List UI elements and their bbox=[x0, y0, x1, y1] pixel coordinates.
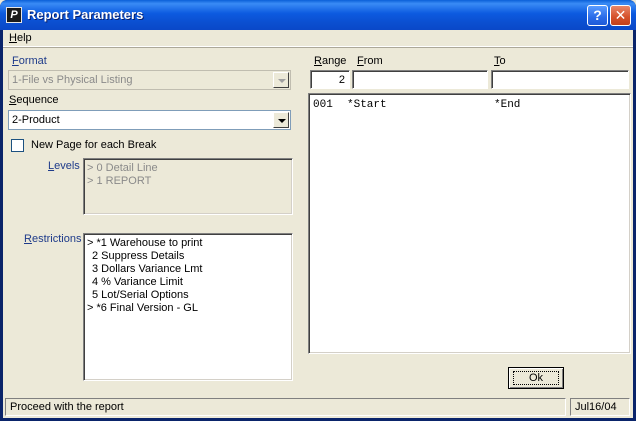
ok-label: Ok bbox=[528, 372, 544, 384]
range-value: 2 bbox=[338, 74, 345, 86]
list-item: > 1 REPORT bbox=[87, 175, 152, 187]
range-row-to[interactable]: *End bbox=[494, 99, 520, 111]
menu-help[interactable]: Help bbox=[9, 32, 32, 44]
new-page-checkbox[interactable] bbox=[11, 139, 24, 152]
list-item[interactable]: > *6 Final Version - GL bbox=[87, 302, 198, 314]
app-icon: P bbox=[6, 7, 22, 23]
sequence-combo[interactable]: 2-Product bbox=[8, 110, 291, 130]
sequence-value: 2-Product bbox=[12, 114, 60, 126]
from-label: From bbox=[357, 55, 383, 67]
format-combo: 1-File vs Physical Listing bbox=[8, 70, 291, 90]
restrictions-label: Restrictions bbox=[24, 233, 82, 245]
levels-label: Levels bbox=[48, 160, 80, 172]
list-item: > 0 Detail Line bbox=[87, 162, 158, 174]
range-row-from[interactable]: *Start bbox=[347, 99, 387, 111]
report-parameters-window: P Report Parameters ? ✕ Help Format 1-Fi… bbox=[0, 0, 636, 421]
title-bar: P Report Parameters ? ✕ bbox=[0, 0, 636, 30]
status-date: Jul16/04 bbox=[570, 398, 630, 416]
range-input[interactable]: 2 bbox=[310, 70, 350, 89]
status-bar: Proceed with the report Jul16/04 bbox=[3, 396, 633, 418]
restrictions-listbox[interactable]: > *1 Warehouse to print 2 Suppress Detai… bbox=[83, 233, 293, 381]
close-button[interactable]: ✕ bbox=[610, 5, 631, 26]
window-title: Report Parameters bbox=[27, 7, 144, 22]
levels-listbox: > 0 Detail Line > 1 REPORT bbox=[83, 158, 293, 215]
format-label: Format bbox=[12, 55, 47, 67]
status-message: Proceed with the report bbox=[5, 398, 566, 416]
menu-bar: Help bbox=[3, 30, 633, 47]
chevron-down-icon bbox=[273, 72, 289, 88]
chevron-down-icon[interactable] bbox=[273, 112, 289, 128]
to-label: To bbox=[494, 55, 506, 67]
list-item[interactable]: 3 Dollars Variance Lmt bbox=[92, 263, 202, 275]
list-item[interactable]: 4 % Variance Limit bbox=[92, 276, 183, 288]
range-label: Range bbox=[314, 55, 347, 67]
to-input[interactable] bbox=[491, 70, 629, 89]
range-list[interactable]: 001 *Start *End bbox=[308, 93, 631, 354]
new-page-label[interactable]: New Page for each Break bbox=[31, 139, 156, 151]
sequence-label: Sequence bbox=[9, 94, 59, 106]
format-value: 1-File vs Physical Listing bbox=[12, 74, 133, 86]
list-item[interactable]: > *1 Warehouse to print bbox=[87, 237, 202, 249]
from-input[interactable] bbox=[352, 70, 488, 89]
range-row-num[interactable]: 001 bbox=[313, 99, 333, 111]
client-area: Help Format 1-File vs Physical Listing S… bbox=[3, 30, 633, 418]
list-item[interactable]: 2 Suppress Details bbox=[92, 250, 184, 262]
list-item[interactable]: 5 Lot/Serial Options bbox=[92, 289, 189, 301]
help-button[interactable]: ? bbox=[587, 5, 608, 26]
ok-button[interactable]: Ok bbox=[508, 367, 564, 389]
